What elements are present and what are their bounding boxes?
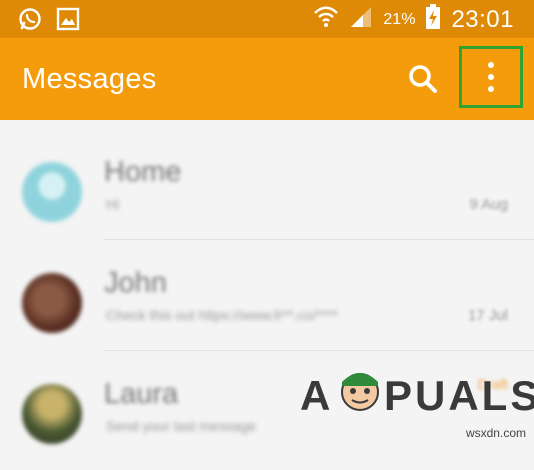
more-options-button[interactable]: [459, 46, 523, 108]
message-date: 9 Aug: [469, 196, 508, 213]
more-vertical-icon: [488, 62, 494, 68]
conversation-item[interactable]: John Check this out https://www.fr**.co/…: [0, 243, 534, 359]
app-bar: Messages: [0, 38, 534, 120]
site-watermark: wsxdn.com: [465, 426, 526, 440]
conversation-item[interactable]: Home Hi 9 Aug: [0, 132, 534, 248]
gallery-icon: [56, 7, 80, 36]
contact-name: Home: [104, 156, 182, 188]
message-date: 17 Jul: [467, 307, 508, 324]
wifi-icon: [313, 5, 339, 34]
message-snippet: Send your last message: [106, 418, 257, 434]
whatsapp-icon: [18, 7, 42, 36]
message-snippet: Hi: [106, 196, 120, 212]
divider: [104, 350, 534, 351]
appuals-watermark-logo: A PUALS: [300, 364, 534, 424]
avatar: [22, 273, 82, 333]
contact-name: John: [104, 267, 167, 299]
divider: [104, 239, 534, 240]
battery-charging-icon: [425, 4, 441, 35]
avatar: [22, 162, 82, 222]
page-title: Messages: [22, 63, 157, 95]
message-snippet: Check this out https://www.fr**.co/****: [106, 307, 338, 323]
battery-percent: 21%: [383, 10, 416, 28]
signal-icon: [349, 5, 373, 34]
contact-name: Laura: [104, 378, 179, 410]
search-button[interactable]: [404, 60, 442, 98]
svg-text:PUALS: PUALS: [384, 372, 534, 419]
status-bar: 21% 23:01: [0, 0, 534, 38]
svg-text:A: A: [300, 372, 333, 419]
avatar: [22, 384, 82, 444]
search-icon: [409, 65, 437, 93]
clock: 23:01: [451, 5, 514, 33]
